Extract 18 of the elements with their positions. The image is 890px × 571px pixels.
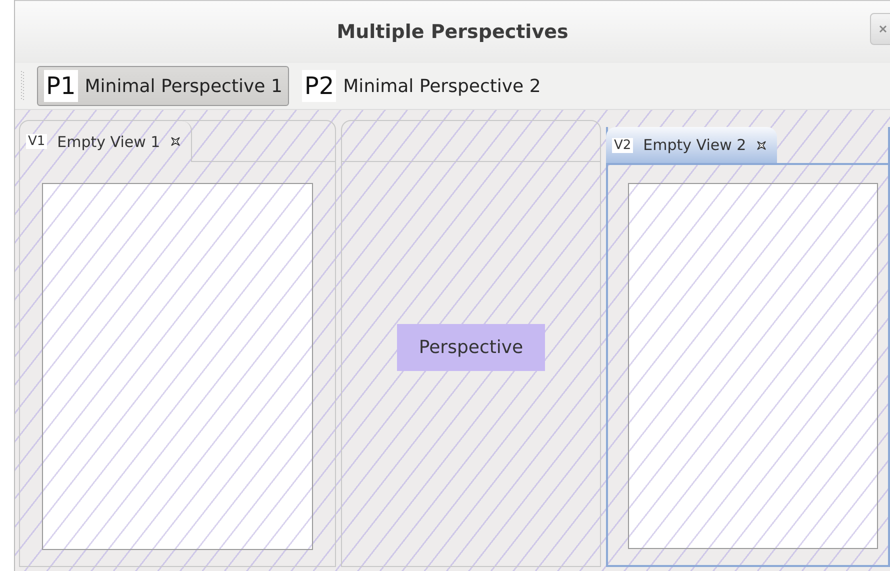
perspective-label: Minimal Perspective 2: [343, 76, 541, 96]
close-icon: [879, 25, 887, 33]
view-badge: V2: [612, 138, 634, 152]
view-tab[interactable]: V1 Empty View 1: [20, 121, 192, 162]
close-button[interactable]: [870, 13, 890, 45]
close-icon[interactable]: [170, 136, 182, 147]
window-title: Multiple Perspectives: [336, 21, 568, 43]
view-badge: V1: [26, 134, 48, 149]
perspective-label: Perspective: [396, 324, 546, 370]
perspective-badge: P2: [302, 70, 336, 102]
perspective-tab[interactable]: P1 Minimal Perspective 1: [37, 66, 290, 106]
view-label: Empty View 2: [643, 136, 746, 154]
perspective-badge: P1: [44, 70, 78, 102]
view-tab[interactable]: V2 Empty View 2: [606, 127, 778, 163]
view-label: Empty View 1: [57, 132, 160, 150]
close-icon[interactable]: [756, 140, 768, 150]
perspective-label: Minimal Perspective 1: [84, 76, 282, 96]
perspective-tab[interactable]: P2 Minimal Perspective 2: [295, 66, 548, 106]
